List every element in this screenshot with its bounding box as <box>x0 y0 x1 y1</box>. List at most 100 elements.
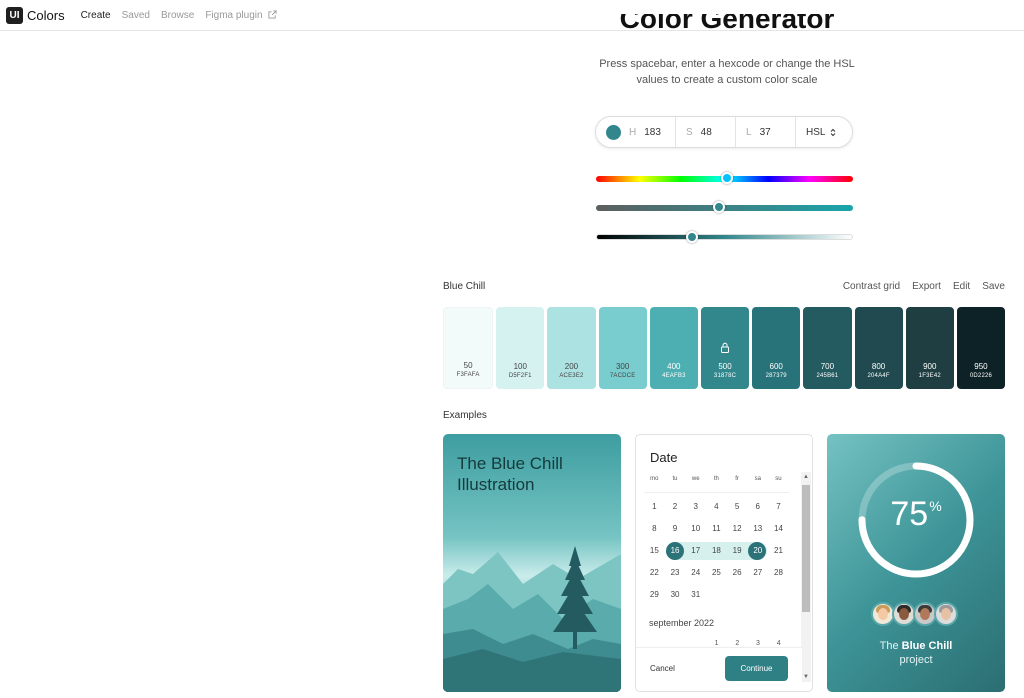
calendar-day[interactable]: 31 <box>685 586 706 604</box>
continue-button[interactable]: Continue <box>725 656 788 681</box>
export-button[interactable]: Export <box>912 281 941 292</box>
color-swatch-800[interactable]: 800 204A4F <box>854 307 903 389</box>
color-swatch-900[interactable]: 900 1F3E42 <box>905 307 954 389</box>
calendar-day[interactable]: 26 <box>727 564 748 582</box>
saturation-slider[interactable] <box>596 201 853 213</box>
nav-figma-plugin[interactable]: Figma plugin <box>205 10 277 21</box>
calendar-week: 29 30 31 <box>644 584 789 606</box>
nav-links: Create Saved Browse Figma plugin <box>81 10 278 21</box>
avatar[interactable] <box>934 602 958 626</box>
calendar-day[interactable]: 4 <box>706 498 727 516</box>
lock-icon[interactable] <box>721 342 730 353</box>
cancel-button[interactable]: Cancel <box>650 664 675 673</box>
swatch-hex: D5F2F1 <box>508 373 532 379</box>
saturation-field[interactable]: S 48 <box>676 117 736 147</box>
edit-button[interactable]: Edit <box>953 281 970 292</box>
calendar-day[interactable]: 25 <box>706 564 727 582</box>
contrast-grid-button[interactable]: Contrast grid <box>843 281 900 292</box>
color-swatch-50[interactable]: 50 F3FAFA <box>443 307 494 389</box>
calendar-day[interactable]: 1 <box>644 498 665 516</box>
swatch-step: 950 <box>974 362 988 371</box>
color-swatch-600[interactable]: 600 287379 <box>752 307 801 389</box>
palette-header: Blue Chill Contrast grid Export Edit Sav… <box>443 281 1005 292</box>
calendar-day[interactable]: 24 <box>685 564 706 582</box>
calendar-day[interactable]: 2 <box>665 498 686 516</box>
hue-slider[interactable] <box>596 172 853 184</box>
calendar-scrollbar[interactable]: ▲ ▼ <box>801 472 811 682</box>
calendar-day[interactable]: 16 <box>665 542 686 560</box>
calendar-day[interactable]: 28 <box>768 564 789 582</box>
save-button[interactable]: Save <box>982 281 1005 292</box>
calendar-day[interactable]: 22 <box>644 564 665 582</box>
calendar-grid: mo tu we th fr sa su 1 2 3 4 5 6 7 8 9 10 11 12 13 14 15 16 17 1… <box>644 476 789 606</box>
calendar-day[interactable]: 9 <box>665 520 686 538</box>
calendar-day[interactable]: 21 <box>768 542 789 560</box>
calendar-day[interactable]: 19 <box>727 542 748 560</box>
nav-browse[interactable]: Browse <box>161 10 194 21</box>
calendar-day[interactable]: 6 <box>747 498 768 516</box>
hue-input[interactable]: 183 <box>644 127 661 138</box>
hue-field[interactable]: H 183 <box>596 117 676 147</box>
color-swatch-300[interactable]: 300 7ACDCE <box>598 307 647 389</box>
saturation-slider-handle[interactable] <box>713 201 726 213</box>
swatch-hex: 287379 <box>765 373 787 379</box>
swatch-step: 50 <box>463 361 473 370</box>
logo[interactable]: UI Colors <box>6 6 65 24</box>
calendar-day[interactable]: 18 <box>706 542 727 560</box>
scroll-up-icon[interactable]: ▲ <box>803 474 809 480</box>
swatch-hex: 0D2226 <box>969 373 993 379</box>
calendar-day[interactable]: 3 <box>748 637 769 645</box>
color-swatch-200[interactable]: 200 ACE3E2 <box>547 307 596 389</box>
calendar-day[interactable]: 27 <box>747 564 768 582</box>
scroll-down-icon[interactable]: ▼ <box>803 674 809 680</box>
nav-saved[interactable]: Saved <box>122 10 150 21</box>
calendar-day[interactable]: 23 <box>665 564 686 582</box>
swatch-hex: ACE3E2 <box>559 373 584 379</box>
calendar-day[interactable]: 4 <box>768 637 789 645</box>
calendar-day[interactable]: 17 <box>685 542 706 560</box>
calendar-day[interactable]: 5 <box>727 498 748 516</box>
swatch-step: 500 <box>718 362 732 371</box>
color-swatch-700[interactable]: 700 245B61 <box>803 307 852 389</box>
color-swatch-500[interactable]: 500 31878C <box>700 307 750 389</box>
page-subtitle: Press spacebar, enter a hexcode or chang… <box>599 58 855 86</box>
nav-create[interactable]: Create <box>81 10 111 21</box>
hue-slider-handle[interactable] <box>720 172 733 184</box>
next-month-first-row: 1234 <box>644 637 789 645</box>
calendar-day[interactable]: 14 <box>768 520 789 538</box>
calendar-day[interactable]: 15 <box>644 542 665 560</box>
color-swatch-100[interactable]: 100 D5F2F1 <box>496 307 545 389</box>
progress-value: 75% <box>856 495 976 534</box>
calendar-day[interactable]: 10 <box>685 520 706 538</box>
weekday-label: we <box>691 476 700 482</box>
swatch-step: 900 <box>923 362 937 371</box>
weekday-label: th <box>713 476 719 482</box>
calendar-day[interactable]: 7 <box>768 498 789 516</box>
palette-name[interactable]: Blue Chill <box>443 281 485 292</box>
calendar-day[interactable]: 3 <box>685 498 706 516</box>
weekday-label: mo <box>650 476 659 482</box>
calendar-day[interactable]: 13 <box>747 520 768 538</box>
lightness-slider[interactable] <box>596 231 853 243</box>
color-swatch-400[interactable]: 400 4EAFB3 <box>649 307 698 389</box>
saturation-input[interactable]: 48 <box>701 127 712 138</box>
calendar-day[interactable]: 8 <box>644 520 665 538</box>
lightness-field[interactable]: L 37 <box>736 117 796 147</box>
calendar-day[interactable]: 29 <box>644 586 665 604</box>
calendar-day[interactable]: 2 <box>727 637 748 645</box>
next-month-label: september 2022 <box>649 618 715 628</box>
lightness-slider-handle[interactable] <box>686 231 699 243</box>
calendar-day[interactable]: 20 <box>747 542 768 560</box>
calendar-day[interactable]: 12 <box>727 520 748 538</box>
calendar-day[interactable]: 11 <box>706 520 727 538</box>
lightness-input[interactable]: 37 <box>760 127 771 138</box>
color-mode-select[interactable]: HSL <box>796 117 852 147</box>
swatch-step: 800 <box>871 362 886 371</box>
project-name: Blue Chill <box>901 640 953 652</box>
calendar-day[interactable]: 30 <box>665 586 686 604</box>
date-picker-title: Date <box>650 450 678 465</box>
scrollbar-thumb[interactable] <box>802 485 810 612</box>
calendar-day[interactable]: 1 <box>706 637 727 645</box>
color-swatch-950[interactable]: 950 0D2226 <box>956 307 1006 389</box>
color-swatch[interactable] <box>606 124 621 140</box>
